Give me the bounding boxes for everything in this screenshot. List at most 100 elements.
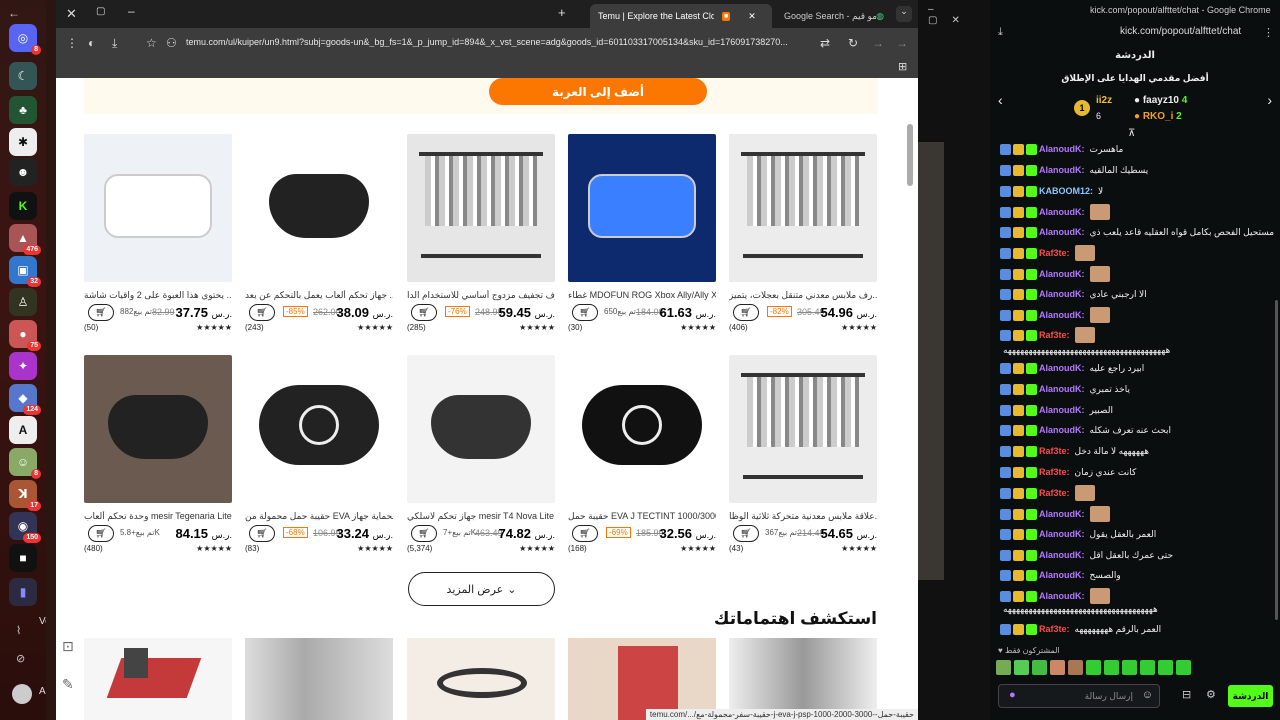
emote-8[interactable] [1122,660,1137,675]
emote-9[interactable] [1140,660,1155,675]
product-title[interactable]: حقيبة حمل محمولة من EVA لحماية جهاز... [245,511,393,522]
mic-icon[interactable]: ● [1009,689,1016,701]
app-icon-purple[interactable]: ✦ [9,352,37,380]
emote-7[interactable] [1104,660,1119,675]
chat-message[interactable]: AlanoudK: العمر بالعقل يقول [1000,525,1156,543]
tab-google[interactable]: Google Search - تيمو قيم ◍ [776,4,892,28]
settings-gear-icon[interactable]: ⚙ [1206,688,1216,701]
product-card[interactable]: يحتوي هذا العبوة على 2 واقيات شاشة ... 🛒︎… [84,134,232,332]
chat-username[interactable]: AlanoudK: [1039,165,1085,175]
folder-icon[interactable]: ▮ [9,578,37,606]
close-icon[interactable]: ✕ [66,6,77,22]
discord-icon[interactable]: ◎ 8 [9,24,41,55]
product-image[interactable] [568,355,716,503]
product-title[interactable]: علاقة ملابس معدنية متحركة ثلاثية الوظا..… [729,511,877,522]
emote-5[interactable] [1068,660,1083,675]
chat-message[interactable]: AlanoudK: ياخذ تمبري [1000,380,1130,398]
chat-message[interactable]: AlanoudK: [1000,265,1110,283]
product-title[interactable]: غطاء MDOFUN ROG Xbox Ally/Ally X... [568,290,716,301]
app-icon-person[interactable]: ✱ [9,128,37,156]
minimize-icon[interactable]: – [128,4,135,18]
product-card[interactable]: غطاء MDOFUN ROG Xbox Ally/Ally X... 🛒︎ تم … [568,134,716,332]
restore-icon[interactable]: ▢ [96,6,105,17]
app-icon-ball[interactable]: ● 75 [9,320,41,351]
app-icon-tree[interactable]: ♣ [9,96,37,124]
translate-icon[interactable]: ⇄ [820,36,830,50]
reload-icon[interactable]: ↻ [848,36,858,50]
emote-11[interactable] [1176,660,1191,675]
add-to-cart-icon[interactable]: 🛒︎ [88,304,114,321]
product-card[interactable]: حقيبة حمل EVA J TECTINT 1000/3000... 🛒︎ -6… [568,355,716,553]
add-to-cart-icon[interactable]: 🛒︎ [88,525,114,542]
emote-3[interactable] [1032,660,1047,675]
emote-6[interactable] [1086,660,1101,675]
product-title[interactable]: جهاز تحكم لاسلكي mesir T4 Nova Lite... [407,511,555,522]
chat-username[interactable]: AlanoudK: [1039,289,1085,299]
product-image[interactable] [729,134,877,282]
download-icon[interactable]: ⤓ [998,26,1003,39]
menu-dots-icon[interactable]: ⋮ [66,36,78,50]
product-image[interactable] [84,355,232,503]
chat-message[interactable]: AlanoudK: الصبير [1000,401,1113,419]
explore-thumb-rack2[interactable] [729,638,877,720]
product-title[interactable]: جهاز تحكم ألعاب يعمل بالتحكم عن بعد ... [245,290,393,301]
chat-username[interactable]: AlanoudK: [1039,384,1085,394]
chat-message[interactable]: AlanoudK: [1000,203,1110,221]
chat-message[interactable]: Raf3te: ههههههه لا مالة دخل [1000,442,1149,460]
product-card[interactable]: جهاز تحكم لاسلكي mesir T4 Nova Lite... 🛒︎… [407,355,555,553]
show-more-button[interactable]: عرض المزيد ⌄ [408,572,555,606]
chat-message[interactable]: AlanoudK: [1000,306,1110,324]
emoji-icon[interactable]: ☺ [1142,689,1153,701]
product-title[interactable]: يحتوي هذا العبوة على 2 واقيات شاشة ... [84,290,232,301]
emote-4[interactable] [1050,660,1065,675]
chat-message[interactable]: Raf3te: [1000,484,1095,502]
app-icon-blue[interactable]: ◆ 124 [9,384,41,415]
emote-2[interactable] [1014,660,1029,675]
back-icon[interactable]: → [896,36,908,50]
explore-thumb-poster[interactable] [568,638,716,720]
chat-message[interactable]: AlanoudK: يسطيك المالقيه [1000,161,1148,179]
app-icon-figure[interactable]: ♙ [9,288,37,316]
prev-arrow-icon[interactable]: ‹ [998,92,1003,108]
app-icon-monster[interactable]: ☻ [9,158,37,186]
chat-float-icon[interactable]: ⊡ [62,638,74,655]
explore-thumb-rack[interactable] [245,638,393,720]
tab-search-icon[interactable]: ⌄ [896,6,912,22]
apps-grid-icon[interactable]: ⊞ [898,60,907,73]
chat-username[interactable]: AlanoudK: [1039,144,1085,154]
pin-icon[interactable]: ⊼ [1128,128,1135,139]
chat-input[interactable]: ● إرسال رسالة ☺ [998,684,1160,708]
product-image[interactable] [245,134,393,282]
product-image[interactable] [568,134,716,282]
app-icon-black[interactable]: ■ [9,544,37,572]
product-image[interactable] [407,355,555,503]
product-card[interactable]: حقيبة حمل محمولة من EVA لحماية جهاز... 🛒︎… [245,355,393,553]
twitch-icon[interactable]: ▣ 32 [9,256,41,287]
kick-icon[interactable]: K [9,192,37,220]
explore-thumb-tea[interactable] [84,638,232,720]
product-title[interactable]: حقيبة حمل EVA J TECTINT 1000/3000... [568,511,716,522]
chat-username[interactable]: AlanoudK: [1039,529,1085,539]
product-image[interactable] [84,134,232,282]
app-icon-afr[interactable]: A [9,416,37,444]
download-icon[interactable]: ⤓ [112,36,117,51]
app-icon-people[interactable]: ☺ 8 [9,448,41,479]
add-to-cart-icon[interactable]: 🛒︎ [249,304,275,321]
add-to-cart-icon[interactable]: 🛒︎ [411,525,437,542]
product-card[interactable]: جهاز تحكم ألعاب يعمل بالتحكم عن بعد ... 🛒… [245,134,393,332]
bookmark-star-icon[interactable]: ☆ [146,36,157,50]
add-to-cart-icon[interactable]: 🛒︎ [411,304,437,321]
tab-close-icon[interactable]: ✕ [748,11,756,22]
forward-icon[interactable]: → [872,36,884,50]
chat-username[interactable]: Raf3te: [1039,330,1070,340]
chat-message[interactable]: هههههههههههههههههههههههههههههههههههههههه [1000,341,1170,359]
product-card[interactable]: رف ملابس معدني متنقل بعجلات، يتميز... 🛒︎-… [729,134,877,332]
app-icon-dark[interactable]: ◉ 150 [9,512,41,543]
chat-message[interactable]: Raf3te: كانت عندي زمان [1000,463,1136,481]
profile-icon[interactable]: ◐ [88,36,95,50]
chat-username[interactable]: AlanoudK: [1039,405,1085,415]
emote-10[interactable] [1158,660,1173,675]
chat-message[interactable]: AlanoudK: مستحيل الفحص بكامل قواه العقليه… [1000,223,1274,241]
chat-message[interactable]: ههههههههههههههههههههههههههههههههههههه [1000,600,1158,618]
back-arrow-icon[interactable]: ← [8,6,20,20]
